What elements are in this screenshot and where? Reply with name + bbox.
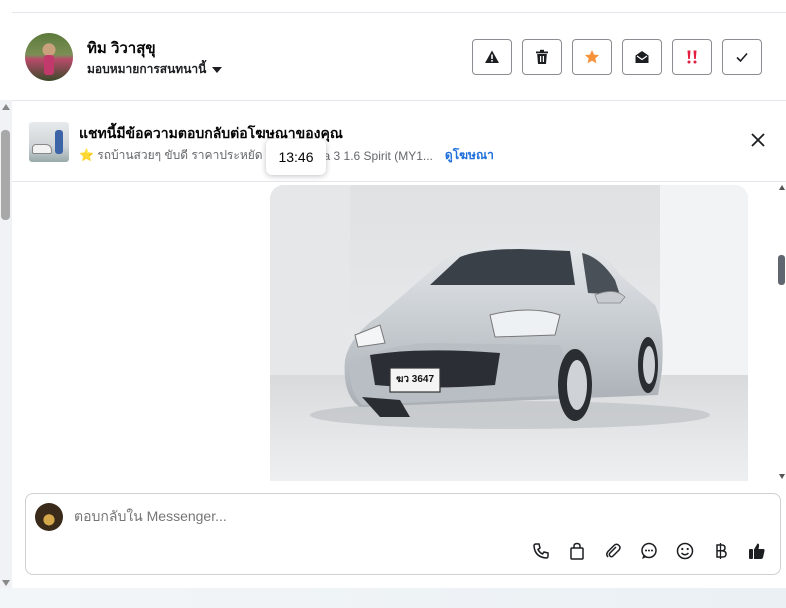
- baht-icon: [716, 543, 727, 559]
- thread-scrollbar-thumb[interactable]: [778, 255, 785, 285]
- user-name[interactable]: ทิม วิวาสุขุ: [87, 36, 156, 60]
- emoji-button[interactable]: [674, 540, 696, 562]
- page-scrollbar[interactable]: [0, 100, 12, 588]
- license-plate: ฆว 3647: [396, 374, 435, 385]
- timestamp-tooltip: 13:46: [266, 139, 326, 175]
- view-ad-link[interactable]: ดูโฆษณา: [445, 146, 494, 165]
- trash-icon: [536, 49, 548, 64]
- thread-scrollbar[interactable]: [778, 183, 786, 481]
- delete-button[interactable]: [522, 39, 562, 75]
- double-exclamation-icon: [687, 50, 697, 64]
- header-actions: [472, 39, 762, 75]
- like-button[interactable]: [746, 540, 768, 562]
- scroll-up-icon[interactable]: [2, 104, 10, 110]
- chat-bubble-icon: [641, 542, 657, 559]
- payment-button[interactable]: [710, 540, 732, 562]
- close-icon[interactable]: [750, 132, 766, 148]
- assign-label: มอบหมายการสนทนานี้: [87, 62, 207, 76]
- star-icon: [585, 50, 599, 64]
- paperclip-icon: [606, 543, 621, 558]
- car-photo-message[interactable]: ฆว 3647: [270, 185, 748, 481]
- phone-icon: [533, 543, 549, 559]
- star-button[interactable]: [572, 39, 612, 75]
- page-avatar: [35, 503, 63, 531]
- composer-tools: [530, 540, 768, 562]
- scroll-down-icon[interactable]: [2, 580, 10, 586]
- mark-unread-button[interactable]: [622, 39, 662, 75]
- bottom-strip: [0, 588, 786, 608]
- scrollbar-thumb[interactable]: [1, 130, 10, 220]
- caret-down-icon: [212, 66, 223, 73]
- reply-input[interactable]: [74, 508, 474, 524]
- shop-button[interactable]: [566, 540, 588, 562]
- follow-up-button[interactable]: [672, 39, 712, 75]
- emoji-icon: [676, 542, 694, 560]
- attach-button[interactable]: [602, 540, 624, 562]
- warning-icon: [485, 50, 499, 63]
- car-photo: ฆว 3647: [270, 185, 748, 481]
- envelope-open-icon: [635, 51, 649, 63]
- conversation-header: ทิม วิวาสุขุ มอบหมายการสนทนานี้: [12, 13, 786, 101]
- reply-composer: [25, 493, 781, 575]
- message-thread: ฆว 3647: [12, 183, 786, 481]
- saved-reply-button[interactable]: [638, 540, 660, 562]
- shopping-bag-icon: [570, 542, 584, 560]
- report-button[interactable]: [472, 39, 512, 75]
- check-icon: [736, 52, 748, 63]
- thread-scroll-up-icon[interactable]: [779, 185, 785, 190]
- ad-text-end: zda 3 1.6 Spirit (MY1...: [310, 148, 433, 163]
- done-button[interactable]: [722, 39, 762, 75]
- avatar[interactable]: [25, 33, 73, 81]
- ad-thumbnail[interactable]: [29, 122, 69, 162]
- like-icon: [749, 543, 765, 559]
- call-button[interactable]: [530, 540, 552, 562]
- thread-scroll-down-icon[interactable]: [779, 474, 785, 479]
- ad-reply-banner: แชทนี้มีข้อความตอบกลับต่อโฆษณาของคุณ ⭐ ร…: [12, 102, 786, 182]
- assign-conversation-dropdown[interactable]: มอบหมายการสนทนานี้: [87, 60, 223, 79]
- ad-text-start: ⭐ รถบ้านสวยๆ ขับดี ราคาประหยัด 🚗: [79, 148, 281, 162]
